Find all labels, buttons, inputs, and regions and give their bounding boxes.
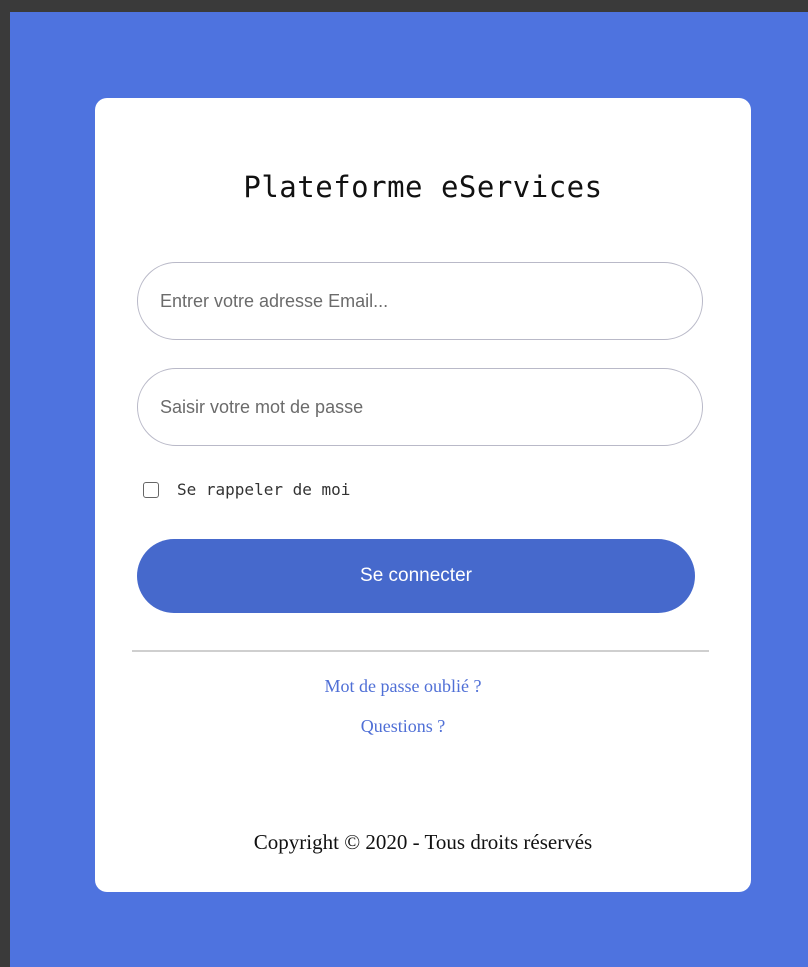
- forgot-password-link[interactable]: Mot de passe oublié ?: [95, 676, 711, 697]
- page-title: Plateforme eServices: [243, 170, 603, 204]
- login-button[interactable]: Se connecter: [137, 539, 695, 613]
- window-left-border: [0, 0, 10, 967]
- page-background: Plateforme eServices Se rappeler de moi …: [10, 12, 808, 967]
- copyright-text: Copyright © 2020 - Tous droits réservés: [253, 830, 593, 854]
- questions-link[interactable]: Questions ?: [95, 716, 711, 737]
- remember-checkbox[interactable]: [143, 481, 159, 498]
- email-field[interactable]: [137, 262, 703, 340]
- window-top-bar: [0, 0, 808, 12]
- login-card: Plateforme eServices Se rappeler de moi …: [95, 98, 751, 892]
- password-field[interactable]: [137, 368, 703, 446]
- remember-me[interactable]: Se rappeler de moi: [143, 480, 350, 499]
- remember-label: Se rappeler de moi: [177, 480, 351, 499]
- divider: [132, 650, 709, 652]
